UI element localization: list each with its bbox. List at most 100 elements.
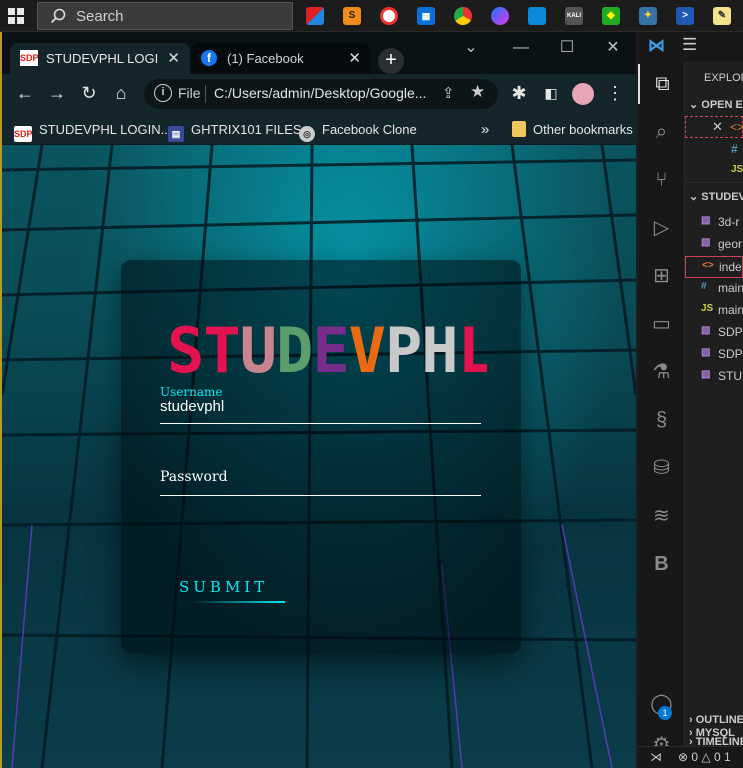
- home-icon[interactable]: ⌂: [110, 82, 132, 104]
- js-icon: JS: [731, 164, 743, 175]
- bookmark-label: GHTRIX101 FILES: [191, 122, 302, 137]
- image-icon: ▧: [701, 347, 711, 358]
- file-item[interactable]: ▧ 3d-r: [685, 212, 743, 234]
- app-taskbar-icon[interactable]: ◆: [602, 7, 620, 25]
- browser-toolbar: ← → ↻ ⌂ i File C:/Users/admin/Desktop/Go…: [2, 74, 636, 114]
- close-icon[interactable]: ✕: [712, 119, 723, 135]
- remote-icon[interactable]: ⋊: [650, 750, 662, 764]
- open-editor-item[interactable]: ✕ <>: [685, 116, 743, 138]
- b-extension-icon[interactable]: B: [638, 544, 685, 584]
- sublime-taskbar-icon[interactable]: S: [343, 7, 361, 25]
- tab-title: (1) Facebook: [227, 51, 304, 66]
- windows-taskbar: Search S ▦ KALI ◆ ✦ > ✎: [0, 0, 743, 32]
- app-taskbar-icon[interactable]: [528, 7, 546, 25]
- python-icon[interactable]: §: [638, 400, 685, 440]
- address-bar[interactable]: i File C:/Users/admin/Desktop/Google... …: [144, 79, 498, 109]
- file-item[interactable]: ▧ SDP: [685, 322, 743, 344]
- sidebar-icon[interactable]: ◧: [540, 82, 562, 104]
- url-text[interactable]: C:/Users/admin/Desktop/Google...: [214, 85, 434, 101]
- app-taskbar-icon[interactable]: [380, 7, 398, 25]
- submit-button[interactable]: SUBMIT: [179, 578, 268, 596]
- outline-section[interactable]: › OUTLINE: [689, 714, 743, 726]
- back-arrow-icon[interactable]: ←: [14, 82, 36, 104]
- menu-kebab-icon[interactable]: ⋮: [604, 82, 626, 104]
- tab-facebook[interactable]: f (1) Facebook ✕: [191, 43, 371, 74]
- extensions-puzzle-icon[interactable]: ✱: [508, 82, 530, 104]
- page-content: STUDEVPHL Username studevphl Password SU…: [2, 145, 636, 768]
- taskbar-search-box[interactable]: Search: [37, 2, 293, 30]
- profile-avatar[interactable]: [572, 83, 594, 105]
- info-icon[interactable]: i: [154, 84, 172, 102]
- tab-studevphl-login[interactable]: SDP STUDEVPHL LOGIN FO ✕: [10, 43, 190, 74]
- open-editors-label: OPEN EDITORS: [701, 99, 743, 111]
- logo-letter: L: [458, 314, 487, 380]
- login-card: STUDEVPHL Username studevphl Password SU…: [121, 260, 521, 653]
- hamburger-menu-icon[interactable]: ☰: [682, 35, 697, 55]
- file-item[interactable]: <> inde: [685, 256, 743, 278]
- studevphl-logo: STUDEVPHL: [167, 314, 487, 380]
- bookmark-studevphl[interactable]: SDP STUDEVPHL LOGIN...: [14, 114, 171, 145]
- bookmark-star-icon[interactable]: ★: [470, 82, 485, 102]
- close-tab-icon[interactable]: ✕: [167, 49, 180, 67]
- windows-start-icon[interactable]: [8, 8, 24, 24]
- vscode-logo-icon: ⋈: [648, 36, 665, 55]
- open-editors-header[interactable]: ⌄ OPEN EDITORS: [689, 98, 743, 111]
- image-icon: ▧: [701, 369, 711, 380]
- mysql-section[interactable]: › MYSQL: [689, 727, 735, 739]
- app-taskbar-icon[interactable]: [306, 7, 324, 25]
- minimize-button[interactable]: —: [498, 36, 544, 62]
- maximize-button[interactable]: ☐: [544, 36, 590, 62]
- store-taskbar-icon[interactable]: ▦: [417, 7, 435, 25]
- scheme-label: File: [178, 85, 201, 101]
- sdp-favicon-icon: SDP: [14, 126, 33, 142]
- run-debug-icon[interactable]: ▷: [638, 208, 685, 248]
- file-item[interactable]: ▧ geor: [685, 234, 743, 256]
- password-input[interactable]: Password: [160, 469, 228, 485]
- testing-flask-icon[interactable]: ⚗: [638, 352, 685, 392]
- username-input[interactable]: studevphl: [160, 398, 224, 415]
- folder-icon: [512, 121, 526, 137]
- warnings-count: 0: [713, 750, 721, 764]
- file-item[interactable]: ▧ STU: [685, 366, 743, 388]
- messenger-taskbar-icon[interactable]: [491, 7, 509, 25]
- folder-app-icon: ▤: [168, 126, 184, 142]
- globe-icon: ◎: [299, 126, 315, 142]
- file-item[interactable]: JS main: [685, 300, 743, 322]
- search-icon[interactable]: ⌕: [638, 112, 685, 152]
- source-control-icon[interactable]: ⑂: [638, 160, 685, 200]
- bookmarks-overflow-chevron-icon[interactable]: »: [481, 114, 489, 145]
- activity-bar: ⧉ ⌕ ⑂ ▷ ⊞ ▭ ⚗ § ⛁ ≋ B ◯ 1 ⚙: [638, 62, 685, 756]
- close-window-button[interactable]: ✕: [590, 36, 636, 62]
- folder-header[interactable]: ⌄ STUDEVPHL: [689, 190, 743, 203]
- remote-explorer-icon[interactable]: ▭: [638, 304, 685, 344]
- close-tab-icon[interactable]: ✕: [348, 49, 361, 67]
- reload-icon[interactable]: ↻: [78, 82, 100, 104]
- extensions-icon[interactable]: ⊞: [638, 256, 685, 296]
- bookmark-facebook-clone[interactable]: ◎ Facebook Clone: [299, 114, 417, 145]
- notes-taskbar-icon[interactable]: ✎: [713, 7, 731, 25]
- terminal-taskbar-icon[interactable]: >: [676, 7, 694, 25]
- database-icon[interactable]: ⛁: [638, 448, 685, 488]
- problems-status[interactable]: ⊗ 0 △ 0 1: [678, 750, 731, 764]
- image-icon: ▧: [701, 325, 711, 336]
- other-bookmarks-folder[interactable]: Other bookmarks: [512, 114, 633, 145]
- chrome-taskbar-icon[interactable]: [454, 7, 472, 25]
- python-taskbar-icon[interactable]: ✦: [639, 7, 657, 25]
- layers-icon[interactable]: ≋: [638, 496, 685, 536]
- file-label: main: [718, 303, 743, 317]
- tab-search-chevron-icon[interactable]: ⌄: [448, 36, 494, 62]
- file-item[interactable]: ▧ SDP: [685, 344, 743, 366]
- explorer-title: EXPLORER: [704, 72, 743, 84]
- app-taskbar-icon[interactable]: KALI: [565, 7, 583, 25]
- section-label: MYSQL: [695, 727, 735, 739]
- new-tab-button[interactable]: +: [378, 48, 404, 74]
- bookmark-ghtrix101-files[interactable]: ▤ GHTRIX101 FILES: [168, 114, 302, 145]
- file-label: SDP: [718, 325, 743, 339]
- divider: [685, 182, 743, 183]
- file-item[interactable]: # main: [685, 278, 743, 300]
- forward-arrow-icon[interactable]: →: [46, 82, 68, 104]
- file-label: inde: [719, 260, 742, 274]
- explorer-files-icon[interactable]: ⧉: [638, 64, 685, 104]
- tab-strip: SDP STUDEVPHL LOGIN FO ✕ f (1) Facebook …: [2, 32, 636, 74]
- share-icon[interactable]: ⇪: [442, 84, 455, 102]
